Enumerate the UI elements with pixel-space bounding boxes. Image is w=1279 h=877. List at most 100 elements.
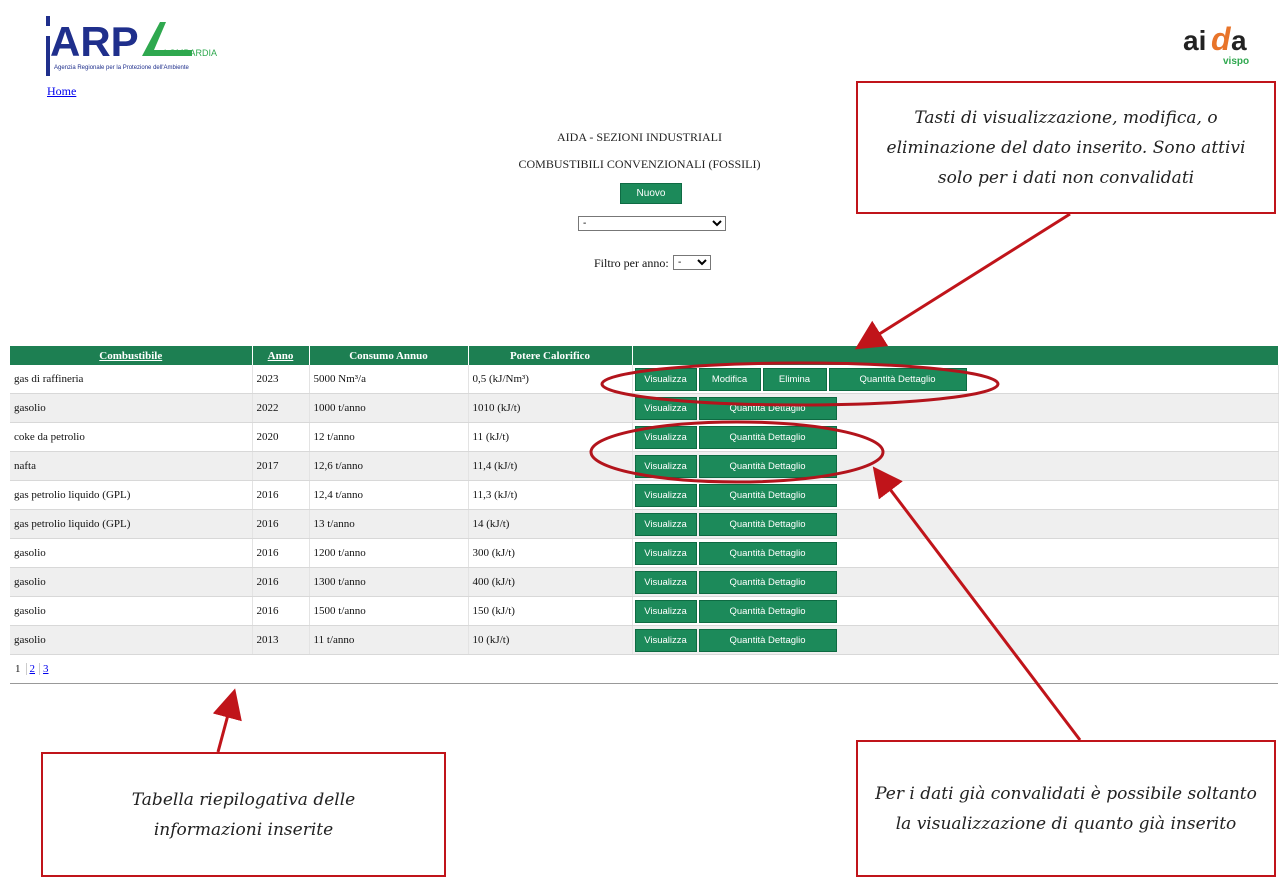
cell-actions: Visualizza Quantità Dettaglio <box>632 625 1279 655</box>
cell-potere-calorifico: 0,5 (kJ/Nm³) <box>468 365 633 394</box>
section-select[interactable]: - <box>578 216 726 231</box>
arpa-tagline-text: Agenzia Regionale per la Protezione dell… <box>54 65 190 71</box>
view-button[interactable]: Visualizza <box>634 396 697 420</box>
year-filter-label: Filtro per anno: <box>594 256 669 270</box>
cell-consumo: 12,4 t/anno <box>309 480 469 510</box>
table-row: gasolio 2016 1300 t/anno 400 (kJ/t) Visualiz… <box>10 567 1279 597</box>
cell-anno: 2023 <box>252 365 310 394</box>
cell-actions: Visualizza Modifica Elimina Quantità Dettag… <box>632 365 1279 394</box>
header-consumo-annuo: Consumo Annuo <box>309 346 469 365</box>
fuel-table-container: Combustibile Anno Consumo Annuo Potere C… <box>10 346 1279 684</box>
cell-potere-calorifico: 1010 (kJ/t) <box>468 393 633 423</box>
cell-combustibile: coke da petrolio <box>10 422 253 452</box>
view-button[interactable]: Visualizza <box>634 425 697 449</box>
page-link-2[interactable]: 2 <box>25 663 35 675</box>
quantity-detail-button[interactable]: Quantità Dettaglio <box>698 396 837 420</box>
svg-text:ARP: ARP <box>50 18 139 65</box>
header-anno[interactable]: Anno <box>252 346 310 365</box>
table-row: gas di raffineria 2023 5000 Nm³/a 0,5 (kJ/N… <box>10 365 1279 394</box>
cell-combustibile: gasolio <box>10 393 253 423</box>
cell-consumo: 5000 Nm³/a <box>309 365 469 394</box>
cell-potere-calorifico: 400 (kJ/t) <box>468 567 633 597</box>
view-button[interactable]: Visualizza <box>634 599 697 623</box>
svg-text:ai: ai <box>1183 25 1206 56</box>
cell-potere-calorifico: 14 (kJ/t) <box>468 509 633 539</box>
edit-button[interactable]: Modifica <box>698 367 761 391</box>
cell-consumo: 13 t/anno <box>309 509 469 539</box>
arrow-top <box>854 212 1071 350</box>
cell-combustibile: gasolio <box>10 596 253 626</box>
arpa-region-text: LOMBARDIA <box>164 48 217 58</box>
quantity-detail-button[interactable]: Quantità Dettaglio <box>698 570 837 594</box>
cell-potere-calorifico: 11,3 (kJ/t) <box>468 480 633 510</box>
view-button[interactable]: Visualizza <box>634 454 697 478</box>
header-actions <box>632 346 1279 365</box>
cell-consumo: 1300 t/anno <box>309 567 469 597</box>
arrow-left <box>212 688 242 753</box>
table-row: gasolio 2016 1500 t/anno 150 (kJ/t) Visualiz… <box>10 596 1279 626</box>
table-row: gasolio 2022 1000 t/anno 1010 (kJ/t) Visuali… <box>10 393 1279 423</box>
cell-actions: Visualizza Quantità Dettaglio <box>632 422 1279 452</box>
cell-potere-calorifico: 300 (kJ/t) <box>468 538 633 568</box>
quantity-detail-button[interactable]: Quantità Dettaglio <box>698 454 837 478</box>
cell-anno: 2020 <box>252 422 310 452</box>
aida-logo: ai d a vispo <box>1183 21 1249 67</box>
view-button[interactable]: Visualizza <box>634 628 697 652</box>
header-combustibile[interactable]: Combustibile <box>10 346 253 365</box>
quantity-detail-button[interactable]: Quantità Dettaglio <box>698 483 837 507</box>
cell-potere-calorifico: 11,4 (kJ/t) <box>468 451 633 481</box>
annotation-table-summary: Tabella riepilogativa delle informazioni… <box>41 752 446 877</box>
year-filter-select[interactable]: - <box>673 255 711 270</box>
cell-anno: 2022 <box>252 393 310 423</box>
cell-combustibile: gasolio <box>10 538 253 568</box>
delete-button[interactable]: Elimina <box>762 367 827 391</box>
cell-anno: 2016 <box>252 596 310 626</box>
cell-consumo: 1000 t/anno <box>309 393 469 423</box>
cell-combustibile: gas di raffineria <box>10 365 253 394</box>
header-potere-calorifico: Potere Calorifico <box>468 346 633 365</box>
table-row: gas petrolio liquido (GPL) 2016 13 t/anno 1… <box>10 509 1279 539</box>
page-link-3[interactable]: 3 <box>39 663 49 675</box>
cell-actions: Visualizza Quantità Dettaglio <box>632 596 1279 626</box>
quantity-detail-button[interactable]: Quantità Dettaglio <box>698 628 837 652</box>
quantity-detail-button[interactable]: Quantità Dettaglio <box>828 367 967 391</box>
annotation-left-text: Tabella riepilogativa delle informazioni… <box>131 789 356 840</box>
table-row: coke da petrolio 2020 12 t/anno 11 (kJ/t) Vi… <box>10 422 1279 452</box>
annotation-right-text: Per i dati già convalidati è possibile s… <box>875 783 1257 834</box>
cell-actions: Visualizza Quantità Dettaglio <box>632 451 1279 481</box>
quantity-detail-button[interactable]: Quantità Dettaglio <box>698 425 837 449</box>
cell-consumo: 1200 t/anno <box>309 538 469 568</box>
table-row: gasolio 2013 11 t/anno 10 (kJ/t) Visualizza Q… <box>10 625 1279 655</box>
cell-combustibile: gasolio <box>10 567 253 597</box>
cell-combustibile: gas petrolio liquido (GPL) <box>10 480 253 510</box>
quantity-detail-button[interactable]: Quantità Dettaglio <box>698 599 837 623</box>
cell-consumo: 12 t/anno <box>309 422 469 452</box>
cell-actions: Visualizza Quantità Dettaglio <box>632 567 1279 597</box>
view-button[interactable]: Visualizza <box>634 483 697 507</box>
annotation-edit-buttons: Tasti di visualizzazione, modifica, o el… <box>856 81 1276 214</box>
home-link[interactable]: Home <box>47 84 76 99</box>
view-button[interactable]: Visualizza <box>634 512 697 536</box>
view-button[interactable]: Visualizza <box>634 367 697 391</box>
table-header-row: Combustibile Anno Consumo Annuo Potere C… <box>10 346 1279 365</box>
table-row: nafta 2017 12,6 t/anno 11,4 (kJ/t) Visualizz… <box>10 451 1279 481</box>
new-button[interactable]: Nuovo <box>620 183 682 204</box>
quantity-detail-button[interactable]: Quantità Dettaglio <box>698 541 837 565</box>
cell-actions: Visualizza Quantità Dettaglio <box>632 509 1279 539</box>
cell-combustibile: nafta <box>10 451 253 481</box>
aida-sub-text: vispo <box>1223 56 1249 67</box>
table-row: gas petrolio liquido (GPL) 2016 12,4 t/ann… <box>10 480 1279 510</box>
page-current: 1 <box>15 663 21 675</box>
table-row: gasolio 2016 1200 t/anno 300 (kJ/t) Visualiz… <box>10 538 1279 568</box>
view-button[interactable]: Visualizza <box>634 570 697 594</box>
cell-anno: 2013 <box>252 625 310 655</box>
cell-potere-calorifico: 10 (kJ/t) <box>468 625 633 655</box>
cell-consumo: 11 t/anno <box>309 625 469 655</box>
cell-consumo: 12,6 t/anno <box>309 451 469 481</box>
cell-anno: 2016 <box>252 538 310 568</box>
view-button[interactable]: Visualizza <box>634 541 697 565</box>
annotation-validated-data: Per i dati già convalidati è possibile s… <box>856 740 1276 877</box>
cell-actions: Visualizza Quantità Dettaglio <box>632 538 1279 568</box>
quantity-detail-button[interactable]: Quantità Dettaglio <box>698 512 837 536</box>
pagination: 1 2 3 <box>10 655 1278 684</box>
